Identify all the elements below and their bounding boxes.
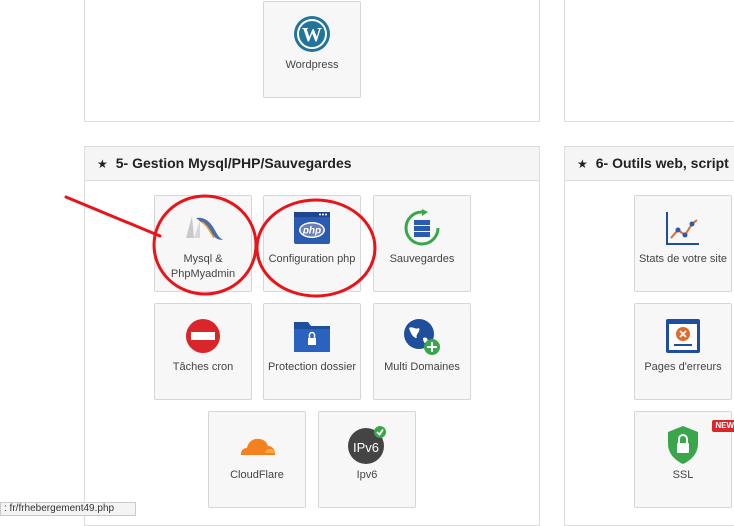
- svg-text:IPv6: IPv6: [353, 440, 379, 455]
- stats-site-label: Stats de votre site: [638, 253, 728, 265]
- svg-text:W: W: [302, 24, 322, 46]
- ipv6-tile[interactable]: IPv6 Ipv6: [318, 411, 416, 508]
- sauvegardes-label: Sauvegardes: [389, 253, 455, 265]
- error-page-icon: [635, 316, 731, 358]
- protection-dossier-tile[interactable]: Protection dossier: [263, 303, 361, 400]
- globe-plus-icon: [374, 316, 470, 358]
- mysql-phpmyadmin-label: Mysql & PhpMyadmin: [170, 253, 236, 280]
- ipv6-label: Ipv6: [356, 469, 378, 481]
- section5-title: 5- Gestion Mysql/PHP/Sauvegardes: [115, 155, 352, 171]
- section6-header: ★ 6- Outils web, script: [565, 147, 734, 181]
- ipv6-icon: IPv6: [319, 424, 415, 466]
- protection-dossier-label: Protection dossier: [267, 361, 357, 373]
- stats-site-tile[interactable]: Stats de votre site: [634, 195, 732, 292]
- wordpress-tile[interactable]: W Wordpress: [263, 1, 361, 98]
- star-icon: ★: [577, 157, 588, 171]
- section5-header: ★ 5- Gestion Mysql/PHP/Sauvegardes: [85, 147, 539, 181]
- wordpress-label: Wordpress: [285, 59, 339, 71]
- configuration-php-tile[interactable]: php Configuration php: [263, 195, 361, 292]
- multi-domaines-tile[interactable]: Multi Domaines: [373, 303, 471, 400]
- ssl-label: SSL: [672, 469, 694, 481]
- no-entry-icon: [155, 316, 251, 358]
- taches-cron-tile[interactable]: Tâches cron: [154, 303, 252, 400]
- mysql-phpmyadmin-tile[interactable]: Mysql & PhpMyadmin: [154, 195, 252, 292]
- cloudflare-tile[interactable]: CloudFlare: [208, 411, 306, 508]
- star-icon: ★: [97, 157, 108, 171]
- ssl-tile[interactable]: SSL NEW: [634, 411, 734, 508]
- locked-folder-icon: [264, 316, 360, 358]
- pages-erreurs-label: Pages d'erreurs: [644, 361, 722, 373]
- pages-erreurs-tile[interactable]: Pages d'erreurs: [634, 303, 732, 400]
- cloudflare-icon: [209, 424, 305, 466]
- cloudflare-label: CloudFlare: [230, 469, 284, 481]
- status-url: : fr/frhebergement49.php: [0, 502, 136, 516]
- php-window-icon: php: [264, 208, 360, 250]
- sauvegardes-tile[interactable]: Sauvegardes: [373, 195, 471, 292]
- configuration-php-label: Configuration php: [268, 253, 356, 265]
- multi-domaines-label: Multi Domaines: [384, 361, 460, 373]
- svg-text:php: php: [302, 226, 321, 237]
- new-badge: NEW: [712, 420, 734, 432]
- section6-title: 6- Outils web, script: [595, 155, 729, 171]
- line-chart-icon: [635, 208, 731, 250]
- top-right-panel: [564, 0, 734, 122]
- mysql-dolphin-icon: [155, 208, 251, 250]
- backup-database-icon: [374, 208, 470, 250]
- wordpress-icon: W: [264, 14, 360, 56]
- taches-cron-label: Tâches cron: [172, 361, 234, 373]
